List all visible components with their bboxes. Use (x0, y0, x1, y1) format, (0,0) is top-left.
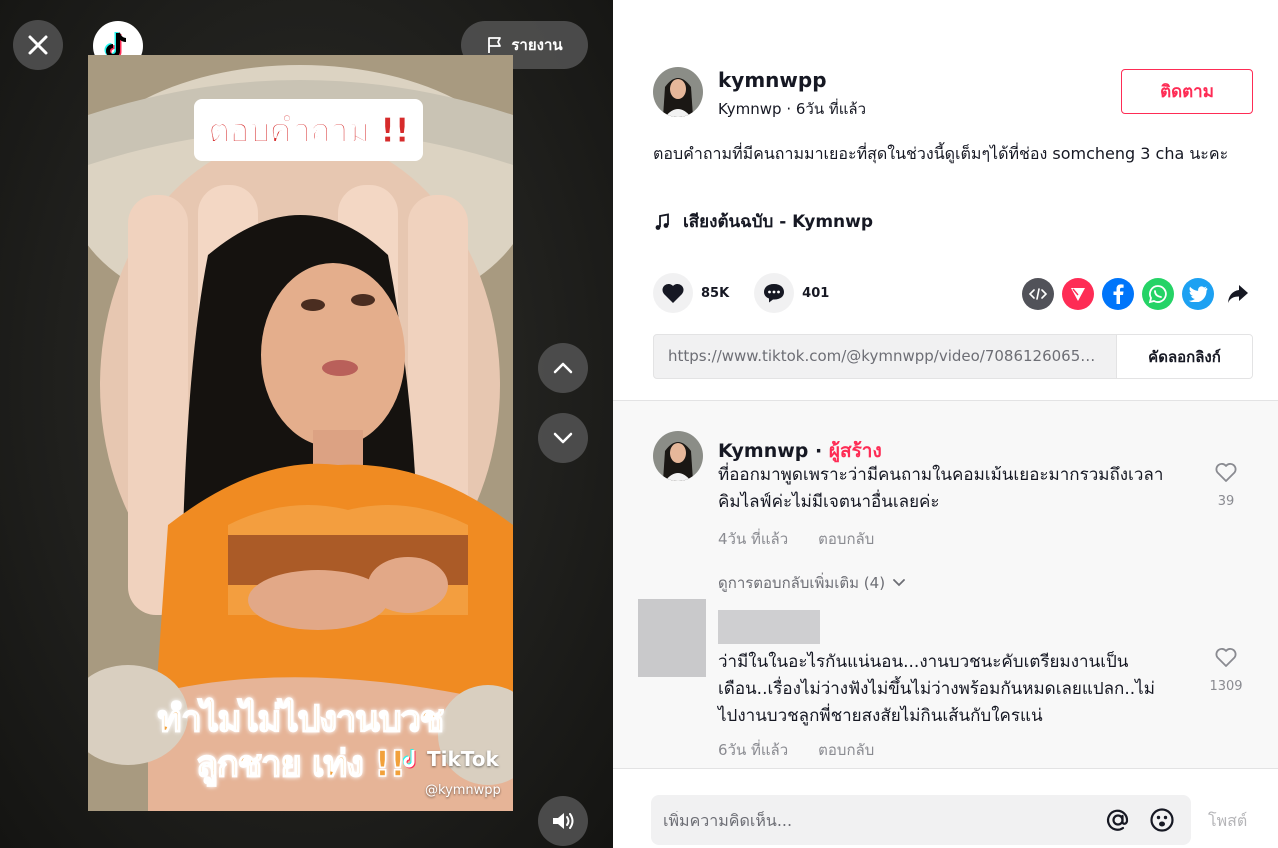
tiktok-note-icon (403, 749, 416, 769)
post-comment-button[interactable]: โพสต์ (1208, 809, 1247, 834)
music-note-icon (655, 212, 669, 230)
tiktok-watermark: TikTok (403, 747, 499, 771)
comment-like-button[interactable] (1211, 646, 1241, 672)
watermark-brand: TikTok (427, 747, 499, 771)
share-buttons (1022, 278, 1254, 310)
comments-section[interactable]: Kymnwp · ผู้สร้าง ที่ออกมาพูดเพราะว่ามีค… (613, 400, 1278, 768)
embed-button[interactable] (1022, 278, 1054, 310)
volume-icon (553, 813, 574, 829)
video-link-text[interactable]: https://www.tiktok.com/@kymnwpp/video/70… (654, 335, 1116, 378)
view-more-replies-button[interactable]: ดูการตอบกลับเพิ่มเติม (4) (718, 571, 905, 595)
comment-time: 6วัน ที่แล้ว (718, 741, 789, 759)
chevron-up-icon (553, 362, 573, 374)
comment-bubble-icon (764, 284, 785, 303)
avatar-image (653, 67, 703, 117)
post-time: 6วัน ที่แล้ว (795, 100, 867, 118)
twitter-share-button[interactable] (1182, 278, 1214, 310)
emoji-smile-icon (1150, 808, 1174, 832)
emoji-button[interactable] (1145, 803, 1179, 837)
avatar-image (653, 431, 703, 481)
more-share-button[interactable] (1222, 278, 1254, 310)
creator-badge: ผู้สร้าง (828, 440, 882, 462)
dot-separator: · (786, 100, 796, 118)
details-pane: kymnwpp Kymnwp · 6วัน ที่แล้ว ติดตาม ตอบ… (613, 0, 1278, 848)
whatsapp-icon (1148, 285, 1167, 304)
comment-author-name[interactable]: Kymnwp (718, 440, 808, 462)
follow-button[interactable]: ติดตาม (1121, 69, 1253, 114)
heart-icon (662, 283, 684, 303)
twitter-bird-icon (1188, 286, 1208, 302)
watermark-handle: @kymnwpp (425, 783, 501, 798)
comment-input-bar: โพสต์ (613, 768, 1278, 848)
comment-count: 401 (802, 285, 830, 301)
like-button[interactable] (653, 273, 693, 313)
flag-icon (488, 37, 502, 53)
at-sign-icon (1106, 809, 1129, 831)
blurred-avatar (638, 599, 706, 677)
author-username[interactable]: kymnwpp (718, 68, 827, 92)
comment-meta: 6วัน ที่แล้ว ตอบกลับ (718, 738, 874, 762)
author-avatar[interactable] (653, 67, 703, 117)
comment-time: 4วัน ที่แล้ว (718, 530, 789, 548)
share-arrow-icon (1228, 285, 1248, 303)
comment-like-count: 39 (1217, 494, 1235, 509)
chevron-down-icon (893, 579, 905, 587)
volume-button[interactable] (538, 796, 588, 846)
reply-button[interactable]: ตอบกลับ (818, 738, 874, 762)
close-icon (28, 35, 48, 55)
comment-like-button[interactable] (1211, 461, 1241, 487)
video-player[interactable]: ตอบคำถาม !! ทำไมไม่ไปงานบวช ลูกชาย เท่ง … (88, 55, 513, 811)
music-title: เสียงต้นฉบับ - Kymnwp (683, 212, 874, 232)
paper-plane-icon (1071, 288, 1085, 301)
video-description: ตอบคำถามที่มีคนถามมาเยอะที่สุดในช่วงนี้ด… (653, 144, 1229, 163)
comment-like-count: 1309 (1209, 679, 1243, 694)
code-embed-icon (1029, 288, 1047, 300)
copy-link-button[interactable]: คัดลอกลิงก์ (1116, 335, 1252, 378)
engagement-actions: 85K 401 (653, 273, 854, 313)
send-to-friend-button[interactable] (1062, 278, 1094, 310)
comment-button[interactable] (754, 273, 795, 313)
view-more-replies-label: ดูการตอบกลับเพิ่มเติม (4) (718, 574, 886, 592)
like-count: 85K (701, 285, 730, 301)
reply-button[interactable]: ตอบกลับ (818, 527, 874, 551)
music-link[interactable]: เสียงต้นฉบับ - Kymnwp (653, 208, 873, 235)
comment-avatar[interactable] (653, 431, 703, 481)
heart-outline-icon (1215, 463, 1237, 482)
author-subline: Kymnwp · 6วัน ที่แล้ว (718, 97, 866, 121)
comment-text: ที่ออกมาพูดเพราะว่ามีคนถามในคอมเม้นเยอะม… (718, 465, 1164, 512)
video-pane: รายงาน ตอบคำถาม !! ทำไมไม่ไปงานบวช ลูกชา… (0, 0, 613, 848)
facebook-icon (1113, 284, 1124, 304)
close-button[interactable] (13, 20, 63, 70)
mention-button[interactable] (1101, 803, 1135, 837)
tiktok-video-page: รายงาน ตอบคำถาม !! ทำไมไม่ไปงานบวช ลูกชา… (0, 0, 1278, 848)
chevron-down-icon (553, 432, 573, 444)
comment-input[interactable] (663, 810, 1091, 830)
dot-separator: · (815, 440, 829, 462)
blurred-author-name (718, 610, 820, 644)
comment-input-box (651, 795, 1191, 845)
report-label: รายงาน (511, 36, 563, 54)
caption-top: ตอบคำถาม !! (194, 99, 423, 161)
author-nickname: Kymnwp (718, 100, 782, 118)
comment-text: ว่ามีในในอะไรกันแน่นอน...งานบวชนะคับเตรี… (718, 652, 1155, 726)
comment-meta: 4วัน ที่แล้ว ตอบกลับ (718, 527, 874, 551)
heart-outline-icon (1215, 648, 1237, 667)
previous-video-button[interactable] (538, 343, 588, 393)
video-link-box: https://www.tiktok.com/@kymnwpp/video/70… (653, 334, 1253, 379)
next-video-button[interactable] (538, 413, 588, 463)
whatsapp-share-button[interactable] (1142, 278, 1174, 310)
facebook-share-button[interactable] (1102, 278, 1134, 310)
